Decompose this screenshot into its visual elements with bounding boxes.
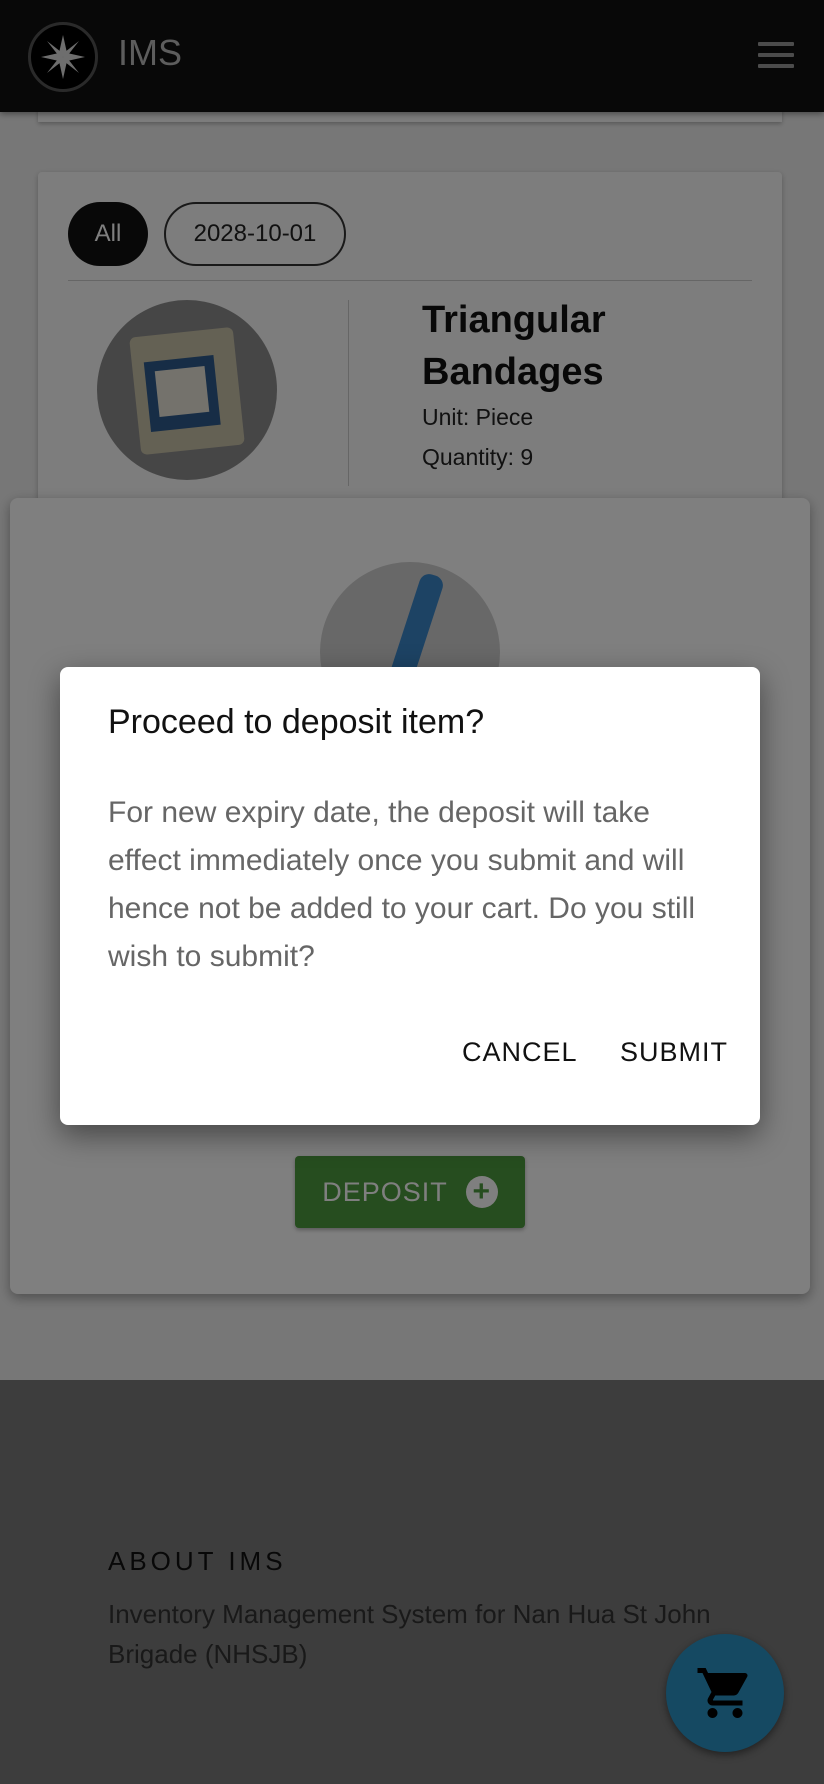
dialog-body: For new expiry date, the deposit will ta… <box>108 796 696 973</box>
confirm-dialog: Proceed to deposit item? For new expiry … <box>60 667 760 1125</box>
dialog-title: Proceed to deposit item? <box>108 703 485 741</box>
cancel-button[interactable]: CANCEL <box>462 1037 578 1068</box>
submit-button[interactable]: SUBMIT <box>620 1037 728 1068</box>
page: IMS All 2028-10-01 Triangular Bandages U… <box>0 0 824 1784</box>
